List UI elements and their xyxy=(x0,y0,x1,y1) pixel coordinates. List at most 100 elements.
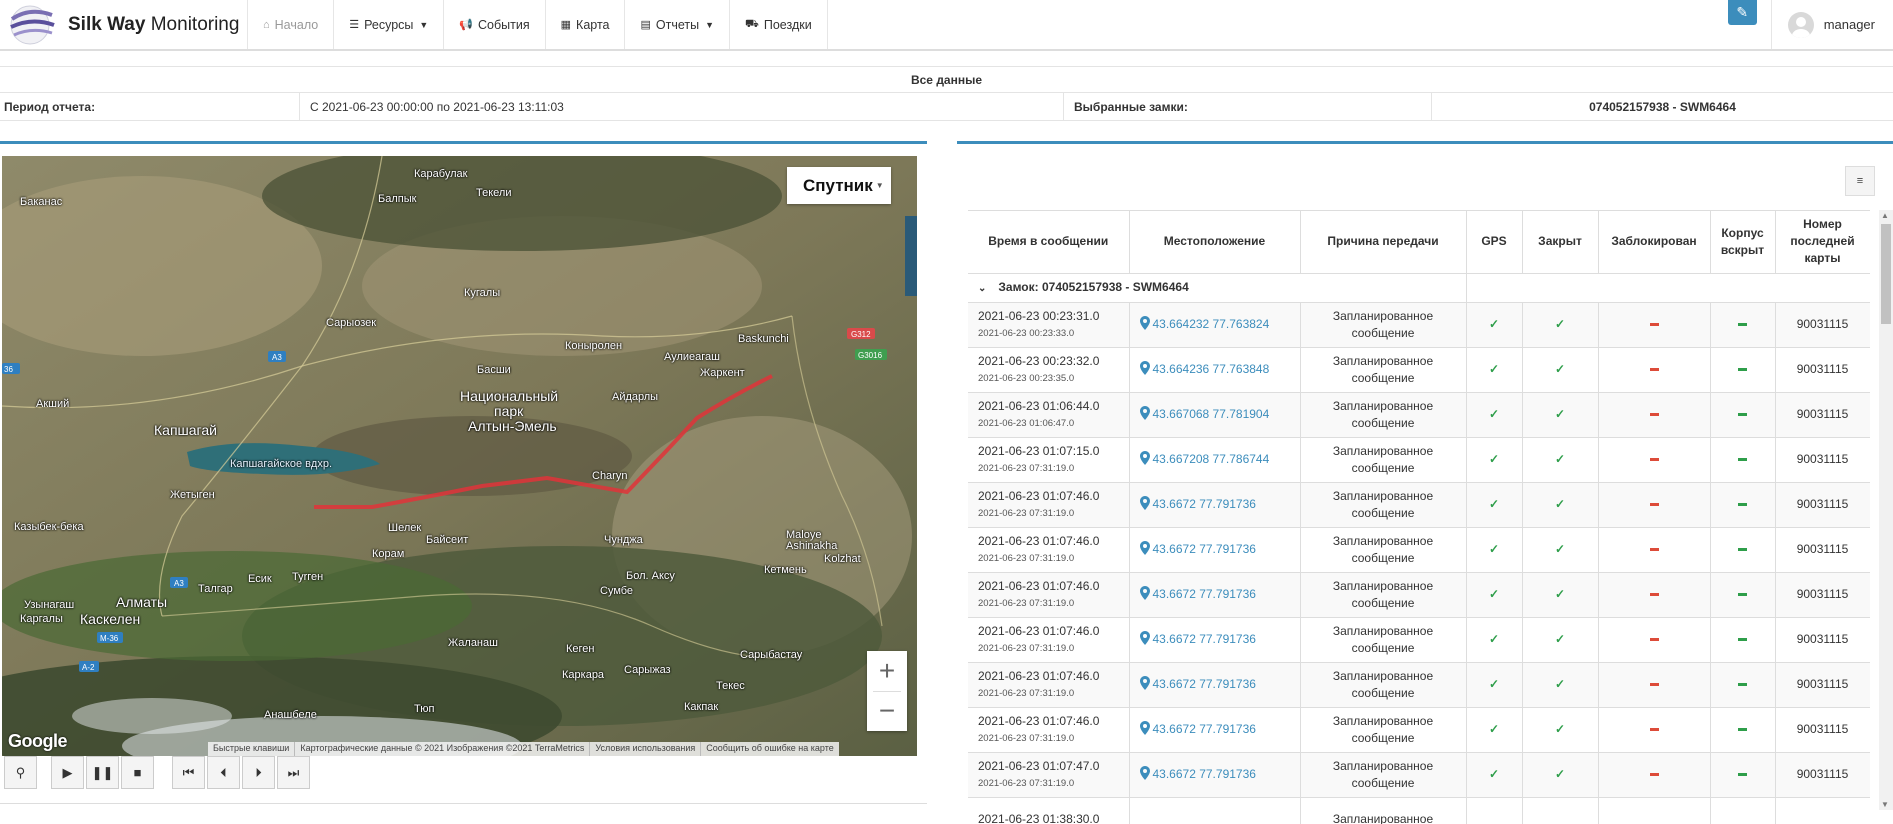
prev-button[interactable]: ⏴ xyxy=(207,756,240,789)
location-link[interactable]: 43.6672 77.791736 xyxy=(1153,587,1256,601)
locate-button[interactable]: ⚲ xyxy=(4,756,37,789)
brand[interactable]: Silk Way Monitoring xyxy=(0,0,248,49)
play-button[interactable]: ▶ xyxy=(51,756,84,789)
col-header-reason[interactable]: Причина передачи xyxy=(1300,211,1467,274)
table-row[interactable]: 2021-06-23 00:23:32.0 2021-06-23 00:23:35… xyxy=(968,347,1870,393)
next-button[interactable]: ⏵ xyxy=(242,756,275,789)
location-cell[interactable]: 43.667208 77.786744 xyxy=(1129,437,1301,483)
map-label: Кугалы xyxy=(464,287,501,299)
time-cell: 2021-06-23 01:07:46.0 2021-06-23 07:31:19… xyxy=(968,572,1130,618)
events-panel: ≡ Время в сообщении Местоположение Причи… xyxy=(957,141,1893,824)
closed-cell: ✓ xyxy=(1522,482,1599,528)
nav-map[interactable]: ▦ Карта xyxy=(546,0,626,49)
location-cell[interactable]: 43.6672 77.791736 xyxy=(1129,752,1301,798)
map-label: Шелек xyxy=(388,522,422,534)
col-header-location[interactable]: Местоположение xyxy=(1129,211,1301,274)
table-row[interactable]: 2021-06-23 01:07:46.0 2021-06-23 07:31:19… xyxy=(968,482,1870,528)
nav-trips[interactable]: ⛟ Поездки xyxy=(730,0,828,49)
location-link[interactable]: 43.6672 77.791736 xyxy=(1153,542,1256,556)
col-header-time[interactable]: Время в сообщении xyxy=(968,211,1130,274)
map-marker-icon xyxy=(1139,316,1150,330)
col-header-gps[interactable]: GPS xyxy=(1466,211,1523,274)
nav-resources[interactable]: ☰ Ресурсы ▼ xyxy=(334,0,445,49)
closed-cell: ✓ xyxy=(1522,437,1599,483)
pause-button[interactable]: ❚❚ xyxy=(86,756,119,789)
location-cell[interactable]: 43.6672 77.791736 xyxy=(1129,617,1301,663)
table-row[interactable]: 2021-06-23 01:07:46.0 2021-06-23 07:31:19… xyxy=(968,527,1870,573)
map-label: Капшагай xyxy=(154,422,217,438)
nav-home[interactable]: ⌂ Начало xyxy=(248,0,335,49)
events-table-wrapper[interactable]: Время в сообщении Местоположение Причина… xyxy=(968,210,1870,824)
location-cell[interactable]: 43.6672 77.791736 xyxy=(1129,662,1301,708)
columns-menu-button[interactable]: ≡ xyxy=(1845,166,1875,196)
database-icon: ☰ xyxy=(349,19,360,31)
location-link[interactable]: 43.6672 77.791736 xyxy=(1153,767,1256,781)
message-time: 2021-06-23 00:23:32.0 xyxy=(978,353,1100,368)
zoom-out-button[interactable]: − xyxy=(867,691,907,731)
events-table: Время в сообщении Местоположение Причина… xyxy=(968,211,1870,824)
table-row[interactable]: 2021-06-23 01:07:46.0 2021-06-23 07:31:19… xyxy=(968,617,1870,663)
group-row[interactable]: ⌄ Замок: 074052157938 - SWM6464 xyxy=(968,273,1870,303)
location-link[interactable]: 43.667208 77.786744 xyxy=(1153,452,1270,466)
table-row[interactable]: 2021-06-23 01:07:15.0 2021-06-23 07:31:19… xyxy=(968,437,1870,483)
table-row[interactable]: 2021-06-23 01:06:44.0 2021-06-23 01:06:47… xyxy=(968,392,1870,438)
fast-forward-icon: ⏭ xyxy=(287,764,300,780)
user-menu[interactable]: manager xyxy=(1770,0,1893,49)
locked-cell xyxy=(1598,662,1711,708)
scrollbar-thumb[interactable] xyxy=(1881,224,1891,324)
table-scrollbar[interactable]: ▲ ▼ xyxy=(1879,210,1893,810)
location-cell[interactable]: 43.664236 77.763848 xyxy=(1129,347,1301,393)
map-label: Жетыген xyxy=(170,489,215,501)
location-link[interactable]: 43.664236 77.763848 xyxy=(1153,362,1270,376)
location-cell[interactable]: 43.6672 77.791736 xyxy=(1129,482,1301,528)
location-link[interactable]: 43.6672 77.791736 xyxy=(1153,497,1256,511)
received-time: 2021-06-23 00:23:33.0 xyxy=(978,327,1075,339)
chevron-down-icon: ▼ xyxy=(419,19,429,30)
terms-link[interactable]: Условия использования xyxy=(590,742,702,756)
received-time: 2021-06-23 01:06:47.0 xyxy=(978,417,1075,429)
col-header-locked[interactable]: Заблокирован xyxy=(1598,211,1711,274)
location-cell[interactable]: 43.6672 77.791736 xyxy=(1129,527,1301,573)
location-cell[interactable]: 43.667068 77.781904 xyxy=(1129,392,1301,438)
card-cell: 90031115 xyxy=(1775,437,1870,483)
nav-events[interactable]: 📢 События xyxy=(444,0,546,49)
reason-cell: Запланированное сообщение xyxy=(1300,392,1467,438)
map-type-dropdown[interactable]: Спутник ▼ xyxy=(787,167,891,204)
message-time: 2021-06-23 01:07:15.0 xyxy=(978,443,1100,458)
table-row[interactable]: 2021-06-23 00:23:31.0 2021-06-23 00:23:33… xyxy=(968,302,1870,348)
location-cell[interactable]: 43.6672 77.791736 xyxy=(1129,707,1301,753)
location-cell[interactable]: 43.664232 77.763824 xyxy=(1129,302,1301,348)
stop-button[interactable]: ■ xyxy=(121,756,154,789)
home-icon: ⌂ xyxy=(263,18,270,31)
bell-slash-icon: ✎ xyxy=(1736,4,1749,20)
map-attribution: Быстрые клавиши Картографические данные … xyxy=(208,742,839,756)
last-button[interactable]: ⏭ xyxy=(277,756,310,789)
shortcuts-link[interactable]: Быстрые клавиши xyxy=(208,742,296,756)
nav-reports[interactable]: ▤ Отчеты ▼ xyxy=(625,0,731,49)
location-link[interactable]: 43.667068 77.781904 xyxy=(1153,407,1270,421)
satellite-map[interactable]: A3 A3 M-36 A-2 G312 G3016 36 Карабулак Б… xyxy=(2,156,917,756)
notifications-muted-button[interactable]: ✎ xyxy=(1727,0,1757,25)
reason-cell: Запланированное xyxy=(1300,797,1467,824)
table-row[interactable]: 2021-06-23 01:38:30.0 Запланированное xyxy=(968,797,1870,824)
col-header-case-opened[interactable]: Корпус вскрыт xyxy=(1710,211,1776,274)
zoom-in-button[interactable]: + xyxy=(867,651,907,691)
message-time: 2021-06-23 00:23:31.0 xyxy=(978,308,1100,323)
location-link[interactable]: 43.664232 77.763824 xyxy=(1153,317,1270,331)
first-button[interactable]: ⏮ xyxy=(172,756,205,789)
location-link[interactable]: 43.6672 77.791736 xyxy=(1153,632,1256,646)
location-link[interactable]: 43.6672 77.791736 xyxy=(1153,722,1256,736)
time-cell: 2021-06-23 01:06:44.0 2021-06-23 01:06:47… xyxy=(968,392,1130,438)
map-label: Каскелен xyxy=(80,611,141,627)
col-header-last-card[interactable]: Номер последней карты xyxy=(1775,211,1870,274)
col-header-closed[interactable]: Закрыт xyxy=(1522,211,1599,274)
location-cell[interactable]: 43.6672 77.791736 xyxy=(1129,572,1301,618)
table-row[interactable]: 2021-06-23 01:07:46.0 2021-06-23 07:31:19… xyxy=(968,572,1870,618)
report-error-link[interactable]: Сообщить об ошибке на карте xyxy=(701,742,838,756)
table-row[interactable]: 2021-06-23 01:07:47.0 2021-06-23 07:31:19… xyxy=(968,752,1870,798)
table-row[interactable]: 2021-06-23 01:07:46.0 2021-06-23 07:31:19… xyxy=(968,662,1870,708)
closed-cell: ✓ xyxy=(1522,752,1599,798)
location-link[interactable]: 43.6672 77.791736 xyxy=(1153,677,1256,691)
card-cell: 90031115 xyxy=(1775,572,1870,618)
table-row[interactable]: 2021-06-23 01:07:46.0 2021-06-23 07:31:19… xyxy=(968,707,1870,753)
